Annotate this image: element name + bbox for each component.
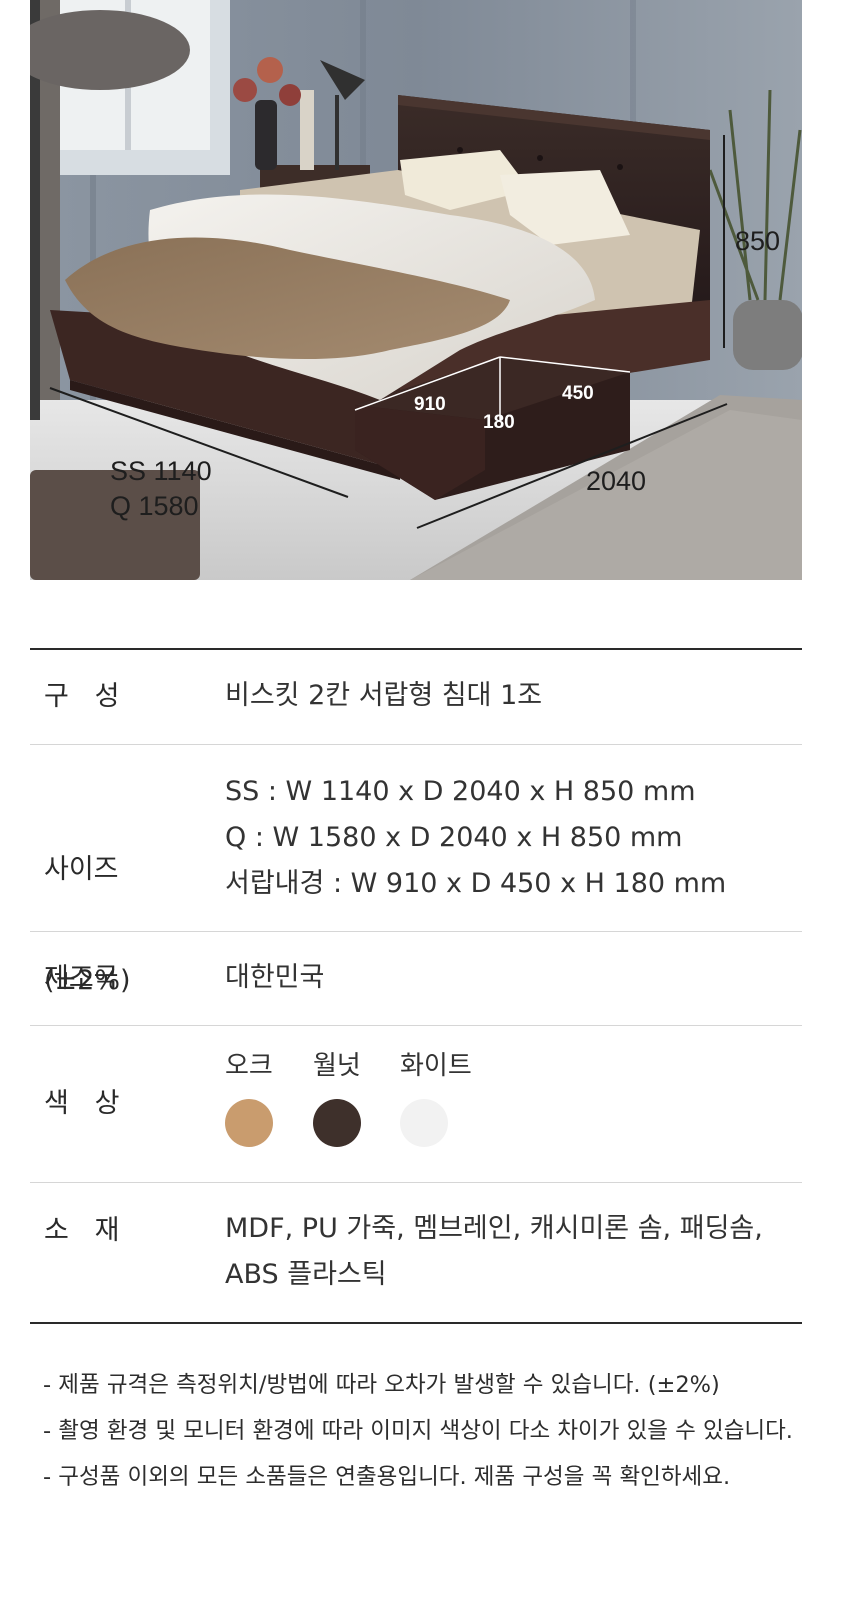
color-option-walnut: 월넛: [313, 1048, 413, 1147]
color-swatch-dot: [225, 1099, 273, 1147]
color-swatch-dot: [400, 1099, 448, 1147]
color-label: 색 상: [44, 1088, 120, 1119]
composition-value: 비스킷 2칸 서랍형 침대 1조: [225, 673, 542, 719]
composition-text: 비스킷 2칸 서랍형 침대 1조: [225, 680, 543, 711]
width-dimension-label: SS 1140 Q 1580: [110, 454, 212, 524]
color-name: 월넛: [313, 1051, 361, 1081]
color-option-white: 화이트: [400, 1048, 500, 1147]
size-line-ss: SS : W 1140 x D 2040 x H 850 mm: [225, 776, 696, 807]
material-value: MDF, PU 가죽, 멤브레인, 캐시미론 솜, 패딩솜, ABS 플라스틱: [225, 1206, 763, 1298]
drawer-height-label: 180: [483, 412, 515, 433]
origin-value: 대한민국: [225, 955, 324, 1001]
notice-item: - 제품 규격은 측정위치/방법에 따라 오차가 발생할 수 있습니다. (±2…: [43, 1372, 720, 1398]
spec-row-size: 사이즈 (±2%) SS : W 1140 x D 2040 x H 850 m…: [30, 745, 802, 996]
size-label-line1: 사이즈: [44, 854, 119, 885]
height-dimension-label: 850: [735, 226, 781, 256]
spec-row-origin: 제조국 대한민국: [30, 932, 802, 1026]
color-swatch-dot: [313, 1099, 361, 1147]
material-line-2: ABS 플라스틱: [225, 1259, 387, 1290]
material-label: 소 재: [44, 1215, 120, 1246]
notice-item: - 구성품 이외의 모든 소품들은 연출용입니다. 제품 구성을 꼭 확인하세요…: [43, 1464, 731, 1490]
spec-row-material: 소 재 MDF, PU 가죽, 멤브레인, 캐시미론 솜, 패딩솜, ABS 플…: [30, 1183, 802, 1322]
color-name: 오크: [225, 1051, 273, 1081]
notice-list: - 제품 규격은 측정위치/방법에 따라 오차가 발생할 수 있습니다. (±2…: [43, 1362, 793, 1500]
origin-text: 대한민국: [225, 962, 325, 993]
origin-label: 제조국: [44, 963, 119, 994]
spec-table: 구 성 비스킷 2칸 서랍형 침대 1조 사이즈 (±2%) SS : W 11…: [30, 648, 802, 1324]
width-q-label: Q 1580: [110, 491, 199, 521]
color-option-oak: 오크: [225, 1048, 325, 1147]
spec-row-composition: 구 성 비스킷 2칸 서랍형 침대 1조: [30, 650, 802, 745]
product-photo: 850 910 450 180 2040 SS 1140 Q 1580: [30, 0, 802, 580]
material-line-1: MDF, PU 가죽, 멤브레인, 캐시미론 솜, 패딩솜,: [225, 1213, 763, 1244]
size-line-drawer: 서랍내경 : W 910 x D 450 x H 180 mm: [225, 868, 727, 899]
notice-item: - 촬영 환경 및 모니터 환경에 따라 이미지 색상이 다소 차이가 있을 수…: [43, 1418, 793, 1444]
spec-row-color: 색 상 오크 월넛 화이트: [30, 1026, 802, 1183]
drawer-depth-label: 450: [562, 383, 594, 404]
size-value: SS : W 1140 x D 2040 x H 850 mm Q : W 15…: [225, 769, 726, 907]
composition-label: 구 성: [44, 681, 120, 712]
color-name: 화이트: [400, 1051, 472, 1081]
size-line-q: Q : W 1580 x D 2040 x H 850 mm: [225, 822, 683, 853]
length-dimension-label: 2040: [586, 466, 647, 496]
drawer-width-label: 910: [414, 394, 446, 415]
width-ss-label: SS 1140: [110, 456, 212, 486]
